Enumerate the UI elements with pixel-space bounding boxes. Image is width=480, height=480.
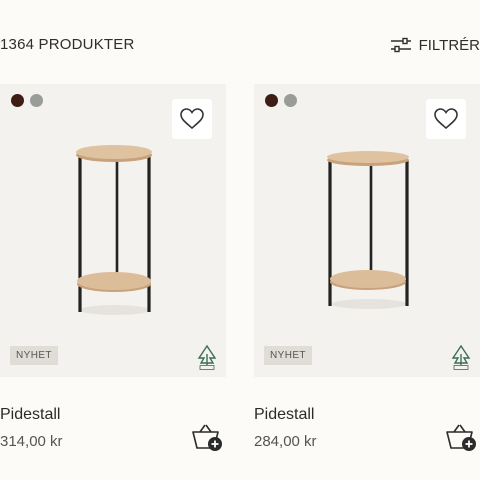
product-card[interactable]: NYHET	[254, 84, 480, 377]
heart-icon	[434, 108, 458, 130]
color-swatches	[11, 94, 49, 107]
filter-label: FILTRÉR	[418, 36, 480, 54]
swatch-dark-brown[interactable]	[11, 94, 24, 107]
filter-button[interactable]: FILTRÉR	[390, 36, 480, 54]
heart-icon	[180, 108, 204, 130]
swatch-grey[interactable]	[30, 94, 43, 107]
product-price: 284,00 kr	[254, 433, 317, 450]
add-to-basket-icon[interactable]	[190, 423, 224, 453]
product-card[interactable]: NYHET	[0, 84, 226, 377]
swatch-grey[interactable]	[284, 94, 297, 107]
product-count: 1364 PRODUKTER	[0, 36, 135, 53]
results-header: 1364 PRODUKTER FILTRÉR	[0, 0, 480, 90]
color-swatches	[265, 94, 303, 107]
fsc-tree-icon	[197, 344, 217, 370]
sliders-icon	[390, 37, 411, 53]
fsc-tree-icon	[451, 344, 471, 370]
add-to-basket-icon[interactable]	[444, 423, 478, 453]
new-badge: NYHET	[264, 346, 312, 365]
product-price: 314,00 kr	[0, 433, 63, 450]
swatch-dark-brown[interactable]	[265, 94, 278, 107]
wishlist-button[interactable]	[172, 99, 212, 139]
product-name[interactable]: Pidestall	[254, 406, 314, 424]
wishlist-button[interactable]	[426, 99, 466, 139]
new-badge: NYHET	[10, 346, 58, 365]
product-name[interactable]: Pidestall	[0, 406, 60, 424]
